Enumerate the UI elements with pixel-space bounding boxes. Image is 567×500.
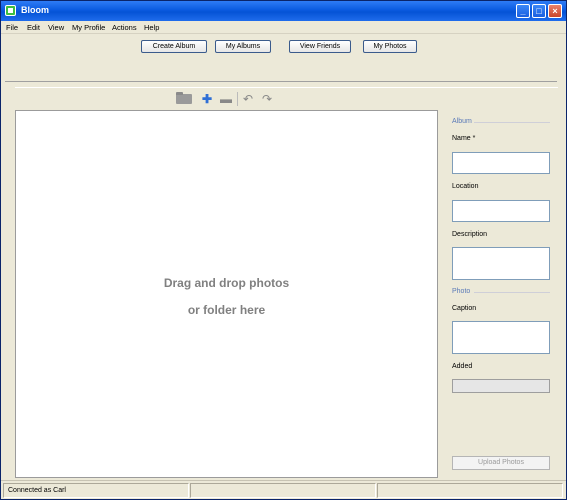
menu-view[interactable]: View [48, 23, 64, 32]
status-bar: Connected as Carl [1, 480, 566, 499]
menu-actions[interactable]: Actions [112, 23, 137, 32]
photo-toolbar: ✚ ▬ ↶ ↷ [15, 87, 558, 109]
album-section-rule [474, 122, 550, 123]
photo-section-rule [474, 292, 550, 293]
create-album-button[interactable]: Create Album [141, 40, 207, 53]
drop-hint-line-2: or folder here [187, 303, 266, 317]
upload-photos-button[interactable]: Upload Photos [452, 456, 550, 470]
rotate-right-icon[interactable]: ↷ [260, 92, 274, 106]
photo-section-title: Photo [452, 288, 471, 295]
album-section-title: Album [452, 118, 472, 125]
remove-icon[interactable]: ▬ [219, 92, 233, 106]
status-cell-right [377, 483, 563, 498]
status-cell-middle [190, 483, 376, 498]
menu-edit[interactable]: Edit [27, 23, 40, 32]
folder-icon[interactable] [176, 91, 192, 104]
details-panel: Album Name * Location Description Photo … [444, 110, 558, 478]
my-photos-button[interactable]: My Photos [363, 40, 417, 53]
app-window: Bloom _ □ × File Edit View My Profile Ac… [0, 0, 567, 500]
view-friends-button[interactable]: View Friends [289, 40, 351, 53]
description-field[interactable] [452, 247, 550, 280]
toolbar-divider [237, 92, 238, 106]
my-albums-button[interactable]: My Albums [215, 40, 271, 53]
added-label: Added [452, 363, 473, 370]
menu-file[interactable]: File [6, 23, 18, 32]
title-bar[interactable]: Bloom _ □ × [1, 1, 566, 21]
maximize-button[interactable]: □ [532, 4, 546, 18]
connection-status: Connected as Carl [8, 487, 66, 494]
menu-bar: File Edit View My Profile Actions Help [1, 21, 566, 34]
added-field [452, 379, 550, 393]
window-title: Bloom [21, 5, 49, 15]
drop-hint-line-1: Drag and drop photos [163, 276, 290, 290]
app-icon [5, 5, 16, 16]
caption-field[interactable] [452, 321, 550, 354]
location-field[interactable] [452, 200, 550, 222]
name-field[interactable] [452, 152, 550, 174]
menu-help[interactable]: Help [144, 23, 159, 32]
name-label: Name * [452, 135, 476, 142]
caption-label: Caption [452, 305, 477, 312]
add-icon[interactable]: ✚ [200, 92, 214, 106]
status-cell-connection: Connected as Carl [3, 483, 189, 498]
menu-my-profile[interactable]: My Profile [72, 23, 105, 32]
location-label: Location [452, 183, 479, 190]
photo-drop-zone[interactable]: Drag and drop photos or folder here [15, 110, 438, 478]
close-button[interactable]: × [548, 4, 562, 18]
minimize-button[interactable]: _ [516, 4, 530, 18]
header-divider [5, 81, 557, 82]
description-label: Description [452, 231, 488, 238]
rotate-left-icon[interactable]: ↶ [241, 92, 255, 106]
